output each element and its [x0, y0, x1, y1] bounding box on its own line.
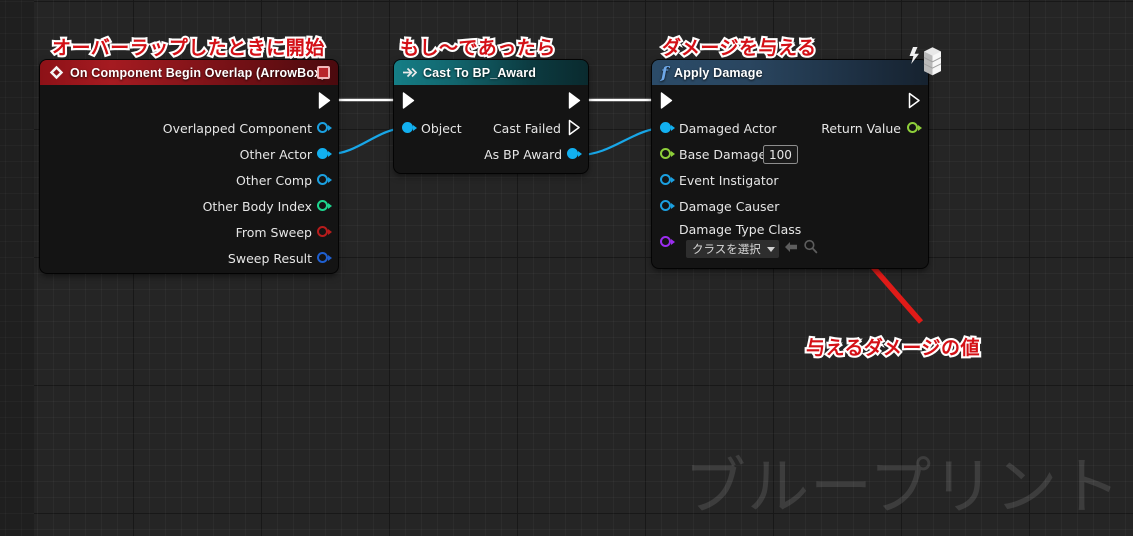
- node-title-cast: Cast To BP_Award: [423, 65, 537, 80]
- pin-event-instigator[interactable]: [660, 173, 675, 186]
- function-f-icon: f: [661, 62, 669, 82]
- row-object-castfailed: Object Cast Failed: [394, 115, 588, 141]
- pin-label: Damage Type Class: [679, 222, 802, 237]
- row-as-bp-award: As BP Award: [394, 141, 588, 167]
- pin-damage-causer[interactable]: [660, 199, 675, 212]
- pin-label: Event Instigator: [679, 172, 779, 188]
- server-stack-icon: [908, 44, 944, 83]
- output-row-from-sweep: From Sweep: [40, 219, 338, 245]
- watermark-text: ブループリント: [684, 450, 1122, 523]
- pin-label: Base Damage: [679, 146, 767, 162]
- pin-damage-type-class[interactable]: [660, 235, 675, 248]
- callout-damage-value: 与えるダメージの値: [804, 335, 982, 361]
- output-row-other-comp: Other Comp: [40, 167, 338, 193]
- pin-base-damage[interactable]: [660, 147, 675, 160]
- row-base-damage: Base Damage 100: [652, 141, 928, 167]
- pin-damaged-actor[interactable]: [660, 121, 675, 134]
- pin-overlapped-component[interactable]: [317, 121, 332, 134]
- pin-sweep-result[interactable]: [317, 251, 332, 264]
- row-event-instigator: Event Instigator: [652, 167, 928, 193]
- node-header-event[interactable]: On Component Begin Overlap (ArrowBox): [40, 60, 338, 85]
- exec-output-pin-event[interactable]: [318, 92, 332, 109]
- node-header-apply-damage[interactable]: f Apply Damage: [652, 60, 928, 85]
- pin-label-cast-failed: Cast Failed: [492, 120, 561, 136]
- pin-label-return-value: Return Value: [821, 120, 901, 136]
- chevron-down-icon: [766, 246, 775, 252]
- pin-label: From Sweep: [235, 224, 312, 240]
- output-row-overlapped-component: Overlapped Component: [40, 115, 338, 141]
- node-title-apply-damage: Apply Damage: [674, 65, 763, 80]
- exec-input-pin-apply-damage[interactable]: [660, 92, 674, 109]
- output-row-other-body-index: Other Body Index: [40, 193, 338, 219]
- callout-cast: もし～であったら: [398, 35, 558, 61]
- pin-other-body-index[interactable]: [317, 199, 332, 212]
- back-arrow-icon[interactable]: [783, 240, 799, 259]
- magnifier-icon[interactable]: [803, 239, 818, 259]
- pin-from-sweep[interactable]: [317, 225, 332, 238]
- output-row-sweep-result: Sweep Result: [40, 245, 338, 271]
- exec-output-pin-cast-failed[interactable]: [568, 119, 582, 136]
- pin-label: As BP Award: [484, 146, 562, 162]
- node-body-apply-damage: Damaged Actor Return Value Base Damage 1…: [652, 85, 928, 263]
- node-title-event: On Component Begin Overlap (ArrowBox): [70, 65, 326, 80]
- pin-label: Other Comp: [236, 172, 312, 188]
- base-damage-input[interactable]: 100: [763, 145, 798, 164]
- pin-label: Object: [421, 120, 462, 136]
- node-on-component-begin-overlap[interactable]: On Component Begin Overlap (ArrowBox) Ov…: [40, 60, 338, 273]
- exec-output-pin-apply-damage[interactable]: [908, 92, 922, 109]
- pin-label: Sweep Result: [227, 250, 312, 266]
- output-row-other-actor: Other Actor: [40, 141, 338, 167]
- row-damaged-actor: Damaged Actor Return Value: [652, 115, 928, 141]
- graph-left-gutter: [0, 0, 34, 536]
- event-diamond-icon: [49, 65, 64, 80]
- node-apply-damage[interactable]: f Apply Damage Damaged Actor Return Valu…: [652, 60, 928, 268]
- pin-object[interactable]: [402, 121, 417, 134]
- blueprint-graph-canvas[interactable]: ブループリント オーバーラップしたときに開始 もし～であったら ダメージを与える…: [0, 0, 1133, 536]
- class-select-label: クラスを選択: [692, 242, 761, 256]
- pin-label: Overlapped Component: [162, 120, 312, 136]
- class-select-dropdown[interactable]: クラスを選択: [686, 240, 779, 258]
- row-damage-type-class: Damage Type Class クラスを選択: [652, 219, 928, 263]
- row-damage-causer: Damage Causer: [652, 193, 928, 219]
- node-cast-to-bp-award[interactable]: Cast To BP_Award Object Cast Failed As B…: [394, 60, 588, 173]
- pin-return-value[interactable]: [907, 121, 922, 134]
- callout-apply-damage: ダメージを与える: [660, 35, 818, 61]
- pin-label: Other Body Index: [202, 198, 312, 214]
- callout-begin-overlap: オーバーラップしたときに開始: [50, 35, 327, 61]
- exec-input-pin-cast[interactable]: [402, 92, 416, 109]
- event-badge-icon[interactable]: [317, 66, 330, 79]
- pin-label: Damage Causer: [679, 198, 780, 214]
- pin-label: Damaged Actor: [679, 120, 777, 136]
- damage-type-class-selector[interactable]: クラスを選択: [686, 239, 818, 259]
- pin-other-actor[interactable]: [317, 147, 332, 160]
- node-body-event: Overlapped Component Other Actor Other C…: [40, 85, 338, 271]
- node-header-cast[interactable]: Cast To BP_Award: [394, 60, 588, 85]
- pin-label: Other Actor: [239, 146, 312, 162]
- pin-other-comp[interactable]: [317, 173, 332, 186]
- node-body-cast: Object Cast Failed As BP Award: [394, 85, 588, 167]
- pin-as-bp-award[interactable]: [567, 147, 582, 160]
- cast-arrow-icon: [403, 67, 417, 78]
- exec-output-pin-cast[interactable]: [568, 92, 582, 109]
